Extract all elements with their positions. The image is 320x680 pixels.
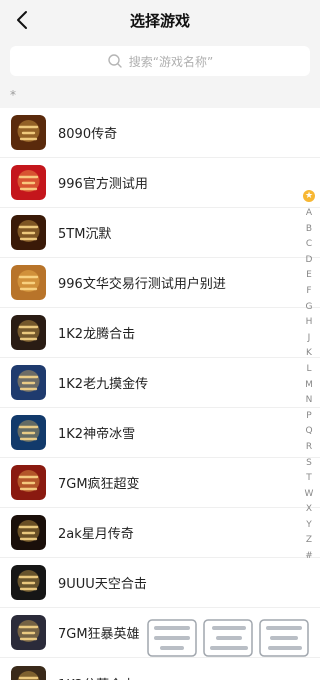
game-icon: [11, 515, 46, 550]
index-letter[interactable]: P: [306, 409, 311, 425]
index-letter[interactable]: C: [306, 237, 312, 253]
index-letter[interactable]: W: [305, 487, 314, 503]
game-icon: [11, 665, 46, 680]
game-list-item[interactable]: 996官方测试用: [0, 158, 320, 208]
game-icon: [11, 615, 46, 650]
game-name: 2ak星月传奇: [58, 527, 134, 542]
index-letter[interactable]: J: [308, 331, 311, 347]
game-name: 1K2分菩合击: [58, 674, 135, 680]
game-list-item[interactable]: 1K2神帝冰雪: [0, 408, 320, 458]
index-letter[interactable]: Z: [306, 533, 312, 549]
search-input[interactable]: 搜索“游戏名称”: [10, 46, 310, 76]
game-name: 1K2神帝冰雪: [58, 427, 136, 442]
game-list-item[interactable]: 7GM疯狂超变: [0, 458, 320, 508]
index-letter[interactable]: Y: [306, 518, 312, 534]
game-icon: [11, 465, 46, 500]
index-letter[interactable]: T: [306, 471, 312, 487]
game-name: 9UUU天空合击: [58, 577, 147, 592]
game-list-item[interactable]: 8090传奇: [0, 108, 320, 158]
index-letter[interactable]: E: [306, 268, 312, 284]
game-icon: [11, 365, 46, 400]
game-name: 7GM疯狂超变: [58, 477, 140, 492]
header: 选择游戏: [0, 0, 320, 40]
index-letter[interactable]: G: [306, 300, 313, 316]
index-letter[interactable]: X: [306, 502, 312, 518]
search-placeholder: 搜索“游戏名称”: [128, 54, 214, 69]
index-letter[interactable]: Q: [305, 424, 312, 440]
index-letter[interactable]: S: [306, 456, 312, 472]
game-icon: [11, 115, 46, 150]
game-list-item[interactable]: 1K2老九摸金传: [0, 358, 320, 408]
game-list: 8090传奇 996官方测试用 5TM沉默 996文华交易行测试用户别进 1K2龙腾合击…: [0, 108, 320, 680]
game-list-item[interactable]: 996文华交易行测试用户别进: [0, 258, 320, 308]
game-icon: [11, 315, 46, 350]
game-icon: [11, 415, 46, 450]
index-letter[interactable]: M: [305, 378, 313, 394]
index-letter[interactable]: L: [306, 362, 311, 378]
section-header: *: [10, 88, 16, 102]
game-icon: [11, 165, 46, 200]
index-letter[interactable]: H: [306, 315, 313, 331]
search-icon: [108, 54, 122, 68]
game-name: 996官方测试用: [58, 177, 148, 192]
index-letter[interactable]: K: [306, 346, 312, 362]
game-name: 5TM沉默: [58, 227, 112, 242]
game-name: 1K2龙腾合击: [58, 327, 136, 342]
index-letter[interactable]: N: [306, 393, 313, 409]
game-icon: [11, 265, 46, 300]
alphabet-index[interactable]: ★ A B C D E F G H J K L M N P Q R S T W X Y Z #: [300, 190, 318, 565]
game-list-item[interactable]: 9UUU天空合击: [0, 558, 320, 608]
game-icon: [11, 215, 46, 250]
index-letter[interactable]: R: [306, 440, 312, 456]
game-list-item[interactable]: 2ak星月传奇: [0, 508, 320, 558]
index-letter[interactable]: B: [306, 222, 312, 238]
page-title: 选择游戏: [129, 12, 190, 30]
index-star-icon[interactable]: ★: [303, 190, 315, 202]
game-name: 7GM狂暴英雄: [58, 627, 140, 642]
game-name: 1K2老九摸金传: [58, 377, 149, 392]
index-letter[interactable]: F: [306, 284, 311, 300]
game-list-item[interactable]: 5TM沉默: [0, 208, 320, 258]
game-name: 996文华交易行测试用户别进: [58, 277, 226, 292]
watermark-logo: [147, 619, 309, 657]
index-letter[interactable]: #: [305, 549, 313, 565]
game-list-item[interactable]: 1K2龙腾合击: [0, 308, 320, 358]
game-icon: [11, 565, 46, 600]
index-letter[interactable]: D: [306, 253, 313, 269]
index-letter[interactable]: A: [306, 206, 312, 222]
game-name: 8090传奇: [58, 127, 118, 142]
